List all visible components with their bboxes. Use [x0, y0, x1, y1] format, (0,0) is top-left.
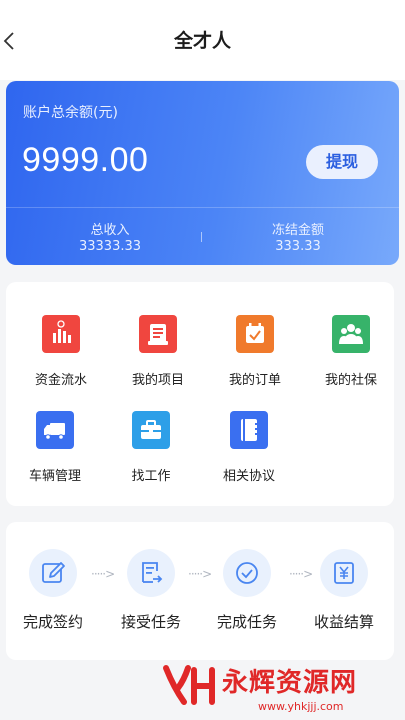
menu-item-label: 找工作 — [131, 469, 171, 484]
menu-card: 资金流水 我的项目 我的订单 我的社保 车辆管理 找工作 相关协议 — [6, 282, 394, 506]
menu-item-fund-flow[interactable]: 资金流水 — [16, 315, 106, 388]
flow-step-label: 收益结算 — [313, 613, 374, 631]
flow-step-label: 完成任务 — [216, 613, 277, 631]
total-income-label: 总收入 — [90, 223, 130, 238]
frozen-amount-label: 冻结金额 — [271, 223, 324, 238]
stat-separator — [201, 232, 202, 242]
total-income-stat: 总收入 33333.33 — [30, 219, 190, 254]
bar-chart-icon — [42, 315, 80, 353]
flow-step-accept-task[interactable]: 接受任务 — [106, 549, 196, 632]
balance-amount: 9999.00 — [22, 141, 149, 179]
yen-icon — [320, 549, 368, 597]
balance-label: 账户总余额(元) — [23, 105, 118, 121]
menu-item-label: 资金流水 — [34, 373, 87, 388]
withdraw-button[interactable]: 提现 — [306, 145, 378, 179]
menu-item-social-security[interactable]: 我的社保 — [306, 315, 396, 388]
total-income-value: 33333.33 — [78, 239, 142, 254]
flow-step-label: 完成签约 — [22, 613, 83, 631]
menu-item-label: 相关协议 — [222, 469, 275, 484]
menu-item-my-projects[interactable]: 我的项目 — [113, 315, 203, 388]
notebook-icon — [230, 411, 268, 449]
page-title: 全才人 — [173, 30, 231, 52]
flow-step-sign[interactable]: 完成签约 — [8, 549, 98, 632]
balance-card: 账户总余额(元) 9999.00 提现 总收入 33333.33 冻结金额 33… — [6, 81, 399, 265]
project-icon — [139, 315, 177, 353]
edit-icon — [29, 549, 77, 597]
watermark-url: www.yhkjjj.com — [258, 700, 344, 713]
top-bar: 全才人 — [0, 0, 405, 80]
watermark: 永辉资源网 www.yhkjjj.com — [162, 662, 392, 718]
menu-item-label: 车辆管理 — [28, 469, 81, 484]
task-icon — [127, 549, 175, 597]
briefcase-icon — [132, 411, 170, 449]
process-flow-card: 完成签约 ·····> 接受任务 ·····> 完成任务 ·····> 收益结算 — [6, 522, 394, 660]
menu-item-my-orders[interactable]: 我的订单 — [210, 315, 300, 388]
flow-step-label: 接受任务 — [120, 613, 181, 631]
frozen-amount-stat: 冻结金额 333.33 — [218, 219, 378, 254]
flow-step-complete-task[interactable]: 完成任务 — [202, 549, 292, 632]
menu-item-label: 我的社保 — [324, 373, 377, 388]
frozen-amount-value: 333.33 — [275, 239, 321, 254]
balance-divider — [6, 207, 399, 208]
menu-item-label: 我的订单 — [228, 373, 281, 388]
order-icon — [236, 315, 274, 353]
truck-icon — [36, 411, 74, 449]
watermark-name: 永辉资源网 — [222, 668, 358, 698]
menu-item-label: 我的项目 — [131, 373, 184, 388]
check-circle-icon — [223, 549, 271, 597]
watermark-logo-icon — [162, 662, 218, 708]
menu-item-find-job[interactable]: 找工作 — [106, 411, 196, 484]
people-icon — [332, 315, 370, 353]
flow-step-settlement[interactable]: 收益结算 — [299, 549, 389, 632]
menu-item-vehicle-management[interactable]: 车辆管理 — [10, 411, 100, 484]
menu-item-agreements[interactable]: 相关协议 — [204, 411, 294, 484]
